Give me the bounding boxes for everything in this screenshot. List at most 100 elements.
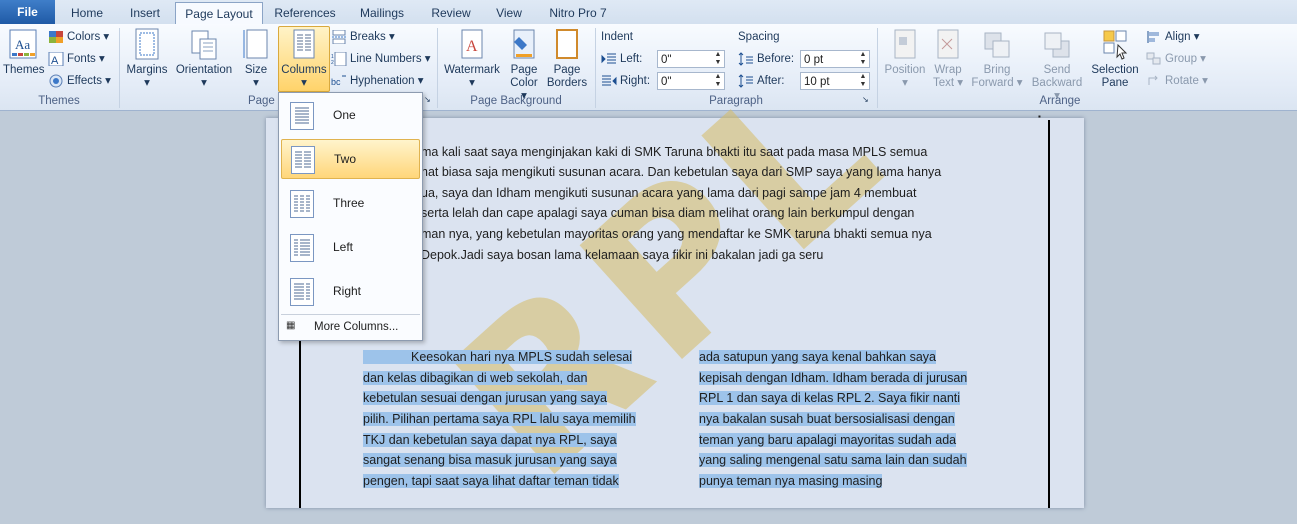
- column-2-text: yang saling mengenal satu sama lain dan …: [699, 453, 967, 467]
- column-1-line[interactable]: Keesokan hari nya MPLS sudah selesai: [363, 347, 632, 368]
- doc-line[interactable]: serta lelah dan cape apalagi saya cuman …: [421, 203, 914, 224]
- tab-mailings[interactable]: Mailings: [350, 2, 414, 24]
- rotate-button[interactable]: Rotate ▾: [1146, 71, 1208, 91]
- doc-line[interactable]: ua, saya dan Idham mengikuti susunan aca…: [421, 183, 916, 204]
- column-2-line[interactable]: RPL 1 dan saya di kelas RPL 2. Saya fiki…: [699, 388, 961, 409]
- hyphenation-button[interactable]: bc Hyphenation ▾: [331, 71, 424, 91]
- more-columns-item[interactable]: ▦ More Columns...: [281, 317, 420, 337]
- size-button[interactable]: Size ▾: [241, 27, 271, 90]
- margins-label: Margins: [126, 64, 168, 76]
- columns-button[interactable]: Columns ▾: [278, 26, 330, 92]
- column-2-line[interactable]: teman yang baru apalagi mayoritas sudah …: [699, 430, 957, 451]
- columns-option-one[interactable]: One: [281, 96, 420, 136]
- column-1-line[interactable]: kebetulan sesuai dengan jurusan yang say…: [363, 388, 607, 409]
- indent-left-label: Left:: [601, 49, 642, 69]
- page-borders-button[interactable]: Page Borders: [545, 27, 589, 90]
- spin-arrows-icon[interactable]: ▲ ▼: [857, 51, 869, 67]
- spin-arrows-icon[interactable]: ▲ ▼: [712, 73, 724, 89]
- wrap-text-button[interactable]: Wrap Text ▾: [930, 27, 966, 90]
- spacing-after-field[interactable]: 10 pt ▲ ▼: [800, 72, 870, 90]
- group-button[interactable]: Group ▾: [1146, 49, 1206, 69]
- column-1-line[interactable]: pilih. Pilihan pertama saya RPL lalu say…: [363, 409, 636, 430]
- align-button[interactable]: Align ▾: [1146, 27, 1200, 47]
- position-button[interactable]: Position ▾: [882, 27, 928, 90]
- column-1-line[interactable]: sangat senang bisa masuk jurusan yang sa…: [363, 450, 617, 471]
- indent-left-value: 0": [661, 54, 672, 66]
- fonts-button[interactable]: A Fonts ▾: [48, 49, 105, 69]
- right-page-border: [1048, 120, 1050, 508]
- breaks-button[interactable]: Breaks ▾: [331, 27, 395, 47]
- column-1-line[interactable]: dan kelas dibagikan di web sekolah, dan: [363, 368, 588, 389]
- indent-left-field[interactable]: 0" ▲ ▼: [657, 50, 725, 68]
- spin-arrows-icon[interactable]: ▲ ▼: [857, 73, 869, 89]
- columns-option-right[interactable]: Right: [281, 272, 420, 312]
- rotate-label: Rotate: [1165, 75, 1199, 87]
- watermark-icon: A: [457, 27, 487, 61]
- selection-pane-button[interactable]: Selection Pane: [1089, 27, 1141, 90]
- doc-line-text: ma kali saat saya menginjakan kaki di SM…: [421, 145, 928, 159]
- column-1-line[interactable]: pengen, tapi saat saya lihat daftar tema…: [363, 471, 619, 492]
- watermark-label: Watermark: [444, 64, 500, 76]
- spin-arrows-icon[interactable]: ▲ ▼: [712, 51, 724, 67]
- tab-home[interactable]: Home: [62, 2, 112, 24]
- columns-option-two[interactable]: Two: [281, 139, 420, 179]
- column-1-line[interactable]: TKJ dan kebetulan saya dapat nya RPL, sa…: [363, 430, 617, 451]
- page-color-button[interactable]: Page Color ▾: [506, 27, 542, 103]
- watermark-button[interactable]: A Watermark ▾: [442, 27, 502, 90]
- send-backward-button[interactable]: Send Backward ▾: [1028, 27, 1086, 103]
- orientation-button[interactable]: Orientation ▾: [173, 27, 235, 90]
- wrap-label-1: Wrap: [934, 64, 962, 76]
- doc-line[interactable]: hat biasa saja mengikuti susunan acara. …: [421, 162, 941, 183]
- column-2-line[interactable]: ada satupun yang saya kenal bahkan saya: [699, 347, 936, 368]
- themes-label: Themes: [3, 64, 45, 76]
- svg-text:A: A: [466, 38, 478, 55]
- doc-line[interactable]: ma kali saat saya menginjakan kaki di SM…: [421, 142, 927, 163]
- effects-button[interactable]: Effects ▾: [48, 71, 111, 91]
- columns-option-left[interactable]: Left: [281, 228, 420, 268]
- column-2-text: teman yang baru apalagi mayoritas sudah …: [699, 433, 957, 447]
- tab-review[interactable]: Review: [424, 2, 478, 24]
- column-2-line[interactable]: punya teman nya masing masing: [699, 471, 883, 492]
- column-2-line[interactable]: yang saling mengenal satu sama lain dan …: [699, 450, 967, 471]
- position-label: Position: [884, 64, 926, 76]
- line-numbers-button[interactable]: 1 2 Line Numbers ▾: [331, 49, 431, 69]
- tab-file[interactable]: File: [0, 0, 55, 24]
- indent-right-icon: [601, 74, 617, 88]
- indent-left-icon: [601, 52, 617, 66]
- tab-page-layout[interactable]: Page Layout: [175, 2, 263, 26]
- left-label-text: Left:: [620, 53, 643, 65]
- columns-dropdown-menu: One Two Three Left Right ▦ More Columns.…: [278, 92, 423, 341]
- tab-insert[interactable]: Insert: [118, 2, 172, 24]
- themes-button[interactable]: Aa Themes: [3, 27, 45, 77]
- columns-option-label: Left: [333, 240, 354, 254]
- bring-forward-button[interactable]: Bring Forward ▾: [970, 27, 1024, 90]
- margins-button[interactable]: Margins ▾: [124, 27, 170, 90]
- ribbon-tab-bar: File Home Insert Page Layout References …: [0, 0, 1297, 26]
- doc-line-text: serta lelah dan cape apalagi saya cuman …: [421, 206, 915, 220]
- column-2-line[interactable]: nya bakalan susah buat bersosialisasi de…: [699, 409, 955, 430]
- columns-option-label: Two: [334, 152, 357, 166]
- bring-label-2: Forward: [971, 77, 1014, 89]
- tab-nitro-pro[interactable]: Nitro Pro 7: [540, 2, 616, 24]
- page-setup-launcher-icon[interactable]: ↘: [424, 94, 431, 106]
- paragraph-group-label: Paragraph: [709, 95, 763, 107]
- doc-line[interactable]: Depok.Jadi saya bosan lama kelamaan saya…: [421, 245, 823, 266]
- column-2-line[interactable]: kepisah dengan Idham. Idham berada di ju…: [699, 368, 968, 389]
- selection-label-2: Pane: [1101, 77, 1129, 89]
- fonts-icon: A: [48, 51, 64, 67]
- indent-right-field[interactable]: 0" ▲ ▼: [657, 72, 725, 90]
- columns-option-three[interactable]: Three: [281, 184, 420, 224]
- paragraph-launcher-icon[interactable]: ↘: [862, 94, 869, 106]
- page-borders-icon: [552, 27, 582, 61]
- rotate-icon: [1146, 74, 1162, 88]
- tab-references[interactable]: References: [268, 2, 342, 24]
- colors-button[interactable]: Colors ▾: [48, 27, 109, 47]
- columns-option-label: Right: [333, 284, 362, 298]
- spacing-before-icon: [738, 52, 754, 66]
- spacing-before-field[interactable]: 0 pt ▲ ▼: [800, 50, 870, 68]
- svg-text:Aa: Aa: [15, 37, 30, 52]
- page-borders-label-1: Page: [553, 64, 581, 76]
- column-1-text: TKJ dan kebetulan saya dapat nya RPL, sa…: [363, 433, 617, 447]
- doc-line[interactable]: man nya, yang kebetulan mayoritas orang …: [421, 224, 932, 245]
- tab-view[interactable]: View: [486, 2, 532, 24]
